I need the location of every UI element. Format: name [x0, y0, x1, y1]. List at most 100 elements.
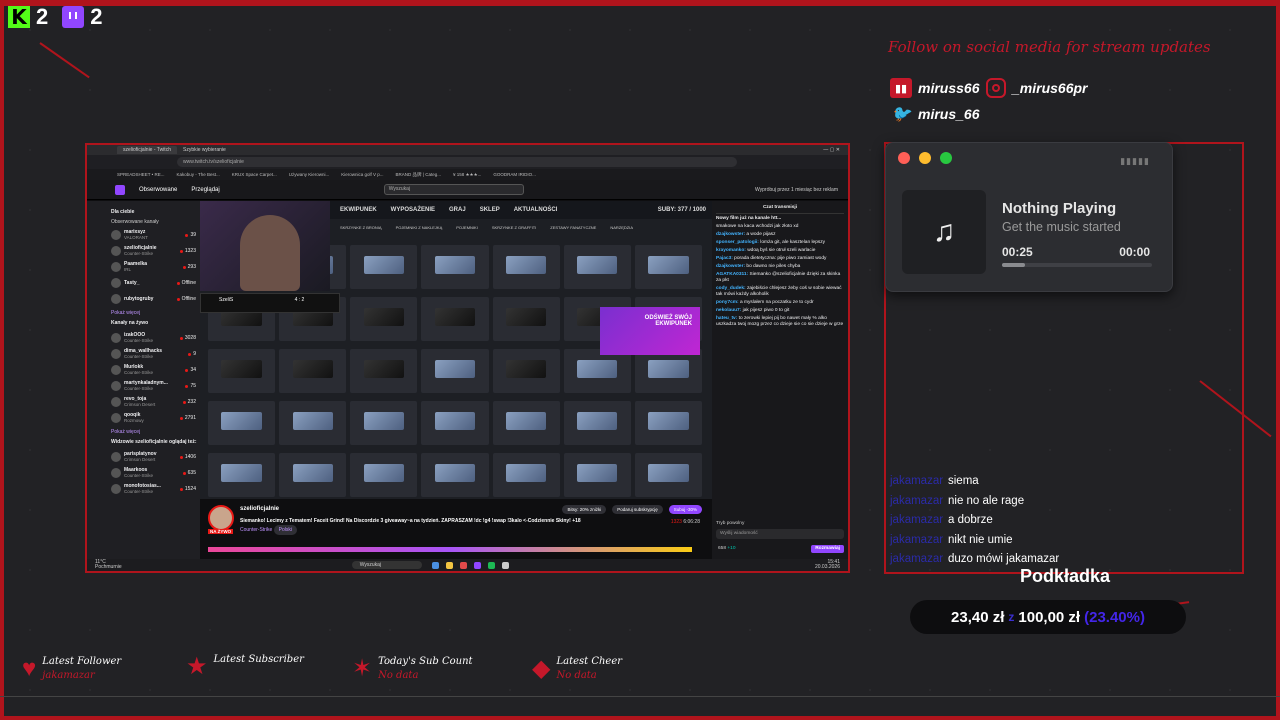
sidebar-channel[interactable]: Paamelka IRL 293 [111, 259, 200, 275]
bookmark[interactable]: BRAND 品牌 | Categ... [396, 172, 441, 178]
chat-message: smakowe na kaca wchodzi jak złoto xd [716, 224, 844, 230]
bookmark[interactable]: Kakobuy - The Best... [177, 172, 220, 177]
sidebar-channel[interactable]: dima_wallhacks Counter-Strike 9 [111, 346, 200, 362]
chat-username[interactable]: pony7cm: [716, 300, 739, 305]
game-tabs: EKWIPUNEK WYPOSAŻENIE GRAJ SKLEP AKTUALN… [330, 201, 712, 219]
avatar [111, 230, 121, 240]
overlay-chat-text: nikt nie umie [948, 533, 1013, 546]
app-icon[interactable] [459, 561, 467, 569]
taskbar-clock[interactable]: 15:41 20.03.2026 [815, 560, 840, 570]
frame-right [1276, 0, 1280, 720]
overlay-chat-message: jakamazar nikt nie umie [890, 531, 1059, 551]
points-bonus: +10 [727, 546, 736, 551]
browser-tab[interactable]: Szybkie wybieranie [183, 147, 226, 153]
chat-username[interactable]: dzajkowster: [716, 264, 745, 269]
instagram-handle: _mirus66pr [1012, 80, 1088, 96]
avatar [111, 349, 121, 359]
sidebar-channel[interactable]: qooqik Rozmowy 2791 [111, 410, 200, 426]
app-icon[interactable] [473, 561, 481, 569]
chat-message: hateu_tv: to zerowki lepiej pij bo nawet… [716, 316, 844, 328]
bookmark[interactable]: Kierownica golf V p... [341, 172, 383, 177]
stream-actions: Bitsy: 20% zniżki Podaruj subskrypcję Su… [562, 505, 702, 514]
chat-message: krayomanko: wdoą byś sie otruł szeli war… [716, 248, 844, 254]
show-more-link[interactable]: Pokaż więcej [111, 429, 200, 435]
chat-username[interactable]: dzajkowster: [716, 232, 745, 237]
webcam-feed [200, 201, 330, 291]
avatar [111, 262, 121, 272]
game-tab: SKLEP [479, 207, 500, 213]
channel-points[interactable]: 658 +10 [718, 546, 736, 552]
stream-game-name[interactable]: Counter-Strike [240, 527, 272, 533]
twitch-chat: Czat transmisji Nowy film już na kanale … [712, 201, 848, 563]
channel-avatar[interactable] [208, 505, 234, 531]
chat-username[interactable]: hateu_tv: [716, 316, 737, 321]
chat-username[interactable]: cody_dudek: [716, 286, 746, 291]
sidebar-channel[interactable]: parisplatynov Crimson Desert 1406 [111, 449, 200, 465]
chat-username[interactable]: nekolauu7: [716, 308, 741, 313]
hype-train-bar [208, 547, 692, 552]
sidebar-channel[interactable]: Maarkoos Counter-Strike 635 [111, 465, 200, 481]
viewer-count: 1323 [180, 248, 200, 254]
channel-info: Maarkoos Counter-Strike [124, 467, 180, 479]
browser-tab[interactable]: szelioficjalnie - Twitch [117, 146, 177, 154]
viewers-also-list: parisplatynov Crimson Desert 1406 Maarkoos C… [111, 449, 200, 497]
goal-target: 100,00 zł [1018, 608, 1081, 626]
sidebar-for-you: Dla ciebie [111, 209, 135, 215]
track-subtitle: Get the music started [1002, 220, 1121, 234]
url-field[interactable]: www.twitch.tv/szelioficjalnie [177, 157, 737, 167]
twitch-search-input[interactable]: Wyszukaj [383, 184, 524, 195]
sidebar-channel[interactable]: Murlokk Counter-Strike 34 [111, 362, 200, 378]
chat-message: dzajkowster: a wode pijasz [716, 232, 844, 238]
promo-link[interactable]: Wypróbuj przez 1 miesiąc bez reklam [755, 187, 848, 193]
app-icon[interactable] [501, 561, 509, 569]
app-icon[interactable] [431, 561, 439, 569]
twitch-icon: ▮▮ [890, 78, 912, 98]
window-controls[interactable]: — ▢ ✕ [823, 147, 848, 153]
sidebar-channel[interactable]: revo_toja Crimson Desert 232 [111, 394, 200, 410]
pinned-message[interactable]: Nowy film już na kanale htt... [716, 216, 844, 222]
twitch-logo-icon[interactable] [115, 184, 125, 195]
sidebar-channel[interactable]: marixsyz VALORANT 39 [111, 227, 200, 243]
inventory-item [634, 401, 702, 445]
nav-following[interactable]: Obserwowane [139, 187, 177, 193]
chat-username[interactable]: Pajac3: [716, 256, 733, 261]
sidebar-channel[interactable]: Tasty_ Offline [111, 275, 200, 291]
sidebar-channel[interactable]: izakOOO Counter-Strike 3028 [111, 330, 200, 346]
channel-name[interactable]: szelioficjalnie [240, 506, 279, 512]
bookmark[interactable]: KRUX Space Carpet... [232, 172, 277, 177]
bits-button[interactable]: Bitsy: 20% zniżki [562, 505, 607, 514]
bookmark[interactable]: Używany Kierowni... [289, 172, 330, 177]
minimize-dot-icon [919, 152, 931, 164]
sidebar-channel[interactable]: rubytogruby Offline [111, 291, 200, 307]
bookmark[interactable]: SPREADSHEET • RE... [117, 172, 165, 177]
folder-icon[interactable] [445, 561, 453, 569]
video-player[interactable]: EKWIPUNEK WYPOSAŻENIE GRAJ SKLEP AKTUALN… [200, 201, 712, 499]
inventory-item [492, 297, 560, 341]
decor-line [1199, 380, 1272, 438]
channel-game: Rozmowy [124, 417, 144, 423]
weather-widget[interactable]: 11°C Pochmurnie [95, 560, 122, 570]
chat-message: nekolauu7: jak pijesz piwo 0 to git [716, 308, 844, 314]
chat-username[interactable]: krayomanko: [716, 248, 746, 253]
subscribe-button[interactable]: Subuj -30% [668, 505, 702, 514]
bookmark[interactable]: GOODRAM IRIDIO... [493, 172, 536, 177]
stream-tag[interactable]: Polski [273, 525, 297, 535]
gift-sub-button[interactable]: Podaruj subskrypcję [612, 505, 663, 514]
chat-username[interactable]: sponser_patologii: [716, 240, 759, 245]
chat-send-button[interactable]: Rozmawiaj [811, 545, 844, 553]
spotify-icon[interactable] [487, 561, 495, 569]
taskbar-search[interactable]: Wyszukaj [351, 561, 422, 569]
sidebar-channel[interactable]: monofotosias... Counter-Strike 1524 [111, 481, 200, 497]
inventory-item [634, 245, 702, 289]
sidebar-channel[interactable]: martynkaladnym... Counter-Strike 75 [111, 378, 200, 394]
screen-capture: szelioficjalnie - Twitch Szybkie wybiera… [85, 143, 850, 573]
bookmark[interactable]: ¥ 158 ★★★... [453, 172, 481, 178]
show-more-link[interactable]: Pokaż więcej [111, 310, 200, 316]
twitch-handle: miruss66 [918, 80, 980, 96]
sidebar-channel[interactable]: szelioficjalnie Counter-Strike 1323 [111, 243, 200, 259]
sub-goal-text: SUBY: 377 / 1000 [657, 207, 706, 213]
chat-input[interactable]: Wyślij wiadomość [716, 529, 844, 539]
chat-username[interactable]: AGATKA0311: [716, 272, 748, 277]
stream-game[interactable]: Counter-Strike Polski [240, 525, 297, 535]
nav-browse[interactable]: Przeglądaj [191, 187, 219, 193]
